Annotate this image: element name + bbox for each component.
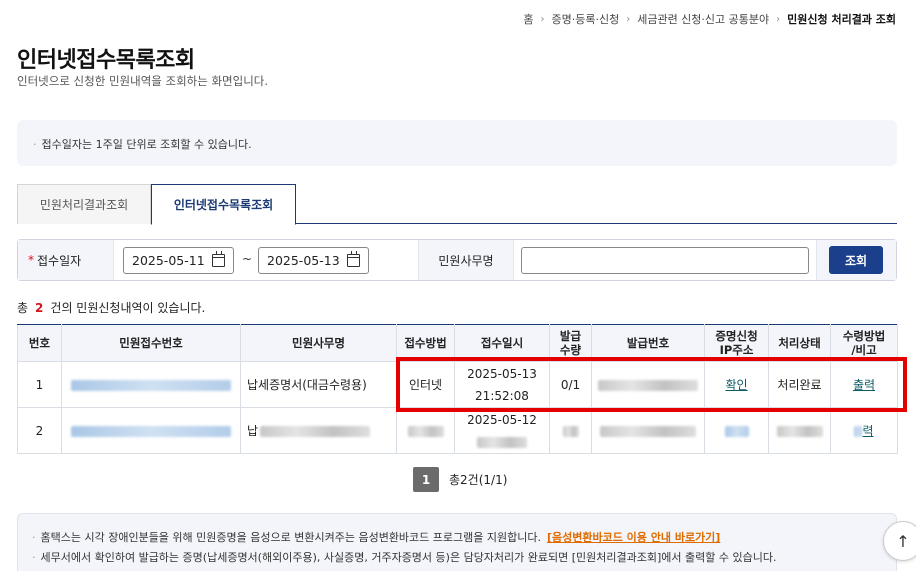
pagination: 1 총2건(1/1) [413,467,507,492]
calendar-icon[interactable] [212,251,225,267]
notice-text: 접수일자는 1주일 단위로 조회할 수 있습니다. [41,138,252,151]
print-link[interactable]: 출력 [853,378,875,392]
page-summary: 총2건(1/1) [449,473,508,487]
scroll-top-button[interactable]: ↑ [883,521,916,561]
breadcrumb-home[interactable]: 홈 [523,11,533,27]
cell-no: 2 [17,407,62,454]
calendar-icon[interactable] [347,251,360,267]
date-label-text: 접수일자 [37,253,82,268]
result-table: 번호 민원접수번호 민원사무명 접수방법 접수일시 발급 수량 발급번호 증명신… [17,324,898,454]
date-from-value: 2025-05-11 [132,253,205,268]
col-header: 번호 [17,324,62,362]
cell-receive: 력 [830,407,898,454]
col-header: 접수일시 [454,324,550,362]
date-label: * 접수일자 [18,240,114,280]
breadcrumb-item[interactable]: 세금관련 신청·신고 공통분야 [637,11,769,27]
bullet-icon: · [33,138,37,151]
col-header: 발급 수량 [549,324,592,362]
col-header: 민원접수번호 [61,324,241,362]
cell-no: 1 [17,361,62,408]
print-link[interactable]: 력 [862,424,873,438]
search-form: * 접수일자 2025-05-11 ~ 2025-05-13 민원사무명 조회 [17,239,897,281]
result-count: 2 [35,301,44,315]
search-button-cell: 조회 [816,240,896,280]
cell-time: 21:52:08 [475,388,529,403]
required-mark: * [28,253,34,267]
col-header: 발급번호 [591,324,705,362]
date-from-input[interactable]: 2025-05-11 [123,247,234,274]
table-row: 2 납 2025-05-12 력 [17,407,898,454]
summary-prefix: 총 [17,301,29,315]
tab-internet-list[interactable]: 인터넷접수목록조회 [151,184,296,225]
page-number-button[interactable]: 1 [413,467,439,492]
cell-ip-redacted [704,407,769,454]
table-row: 1 납세증명서(대금수령용) 인터넷 2025-05-13 21:52:08 0… [17,361,898,408]
col-header: 수령방법 /비고 [830,324,898,362]
breadcrumb-current: 민원신청 처리결과 조회 [787,13,896,26]
breadcrumb-item[interactable]: 증명·등록·신청 [551,11,619,27]
cell-office: 납세증명서(대금수령용) [240,361,397,408]
cell-date: 2025-05-12 [467,412,537,427]
cell-qty: 0/1 [549,361,592,408]
info-text: 세무서에서 확인하여 발급하는 증명(납세증명서(해외이주용), 사실증명, 거… [40,551,777,564]
cell-datetime: 2025-05-12 [454,407,550,454]
cell-ip: 확인 [704,361,769,408]
arrow-up-icon: ↑ [896,531,910,551]
date-to-input[interactable]: 2025-05-13 [258,247,369,274]
cell-office: 납 [240,407,397,454]
col-header: 증명신청 IP주소 [704,324,769,362]
table-header-row: 번호 민원접수번호 민원사무명 접수방법 접수일시 발급 수량 발급번호 증명신… [17,324,898,362]
bullet-icon: · [32,531,36,544]
cell-qty-redacted [549,407,592,454]
col-header: 민원사무명 [240,324,397,362]
voice-barcode-link[interactable]: [음성변환바코드 이용 안내 바로가기] [547,531,720,544]
info-line: · 세무서에서 확인하여 발급하는 증명(납세증명서(해외이주용), 사실증명, … [32,548,896,568]
cell-method: 인터넷 [396,361,455,408]
date-to-value: 2025-05-13 [267,253,340,268]
bullet-icon: · [32,551,36,564]
cell-issue-no-redacted [591,361,705,408]
cell-method-redacted [396,407,455,454]
ip-check-link[interactable]: 확인 [725,378,747,392]
office-name-label: 민원사무명 [418,240,514,280]
notice-box: · 접수일자는 1주일 단위로 조회할 수 있습니다. [17,120,897,166]
cell-receipt-no-redacted [61,407,241,454]
search-button[interactable]: 조회 [829,246,883,274]
chevron-right-icon: › [776,13,781,25]
cell-office-text: 납 [247,423,259,438]
office-name-input[interactable] [521,247,809,274]
cell-status-redacted [768,407,831,454]
summary-suffix: 건의 민원신청내역이 있습니다. [50,301,206,315]
info-box: · 홈택스는 시각 장애인분들을 위해 민원증명을 음성으로 변환시켜주는 음성변… [17,513,897,571]
cell-issue-no-redacted [591,407,705,454]
col-header: 처리상태 [768,324,831,362]
breadcrumb: 홈 › 증명·등록·신청 › 세금관련 신청·신고 공통분야 › 민원신청 처리… [523,11,896,27]
cell-receipt-no-redacted [61,361,241,408]
tab-bar: 민원처리결과조회 인터넷접수목록조회 [17,184,897,225]
cell-datetime: 2025-05-13 21:52:08 [454,361,550,408]
cell-status: 처리완료 [768,361,831,408]
result-summary: 총 2 건의 민원신청내역이 있습니다. [17,299,205,316]
col-header: 접수방법 [396,324,455,362]
cell-date: 2025-05-13 [467,366,537,381]
page-description: 인터넷으로 신청한 민원내역을 조회하는 화면입니다. [17,74,269,88]
chevron-right-icon: › [626,13,631,25]
cell-receive: 출력 [830,361,898,408]
cell-time-redacted [455,431,549,453]
range-separator: ~ [242,252,253,266]
tab-result-inquiry[interactable]: 민원처리결과조회 [17,184,151,224]
info-text: 홈택스는 시각 장애인분들을 위해 민원증명을 음성으로 변환시켜주는 음성변환… [40,531,541,544]
info-line: · 홈택스는 시각 장애인분들을 위해 민원증명을 음성으로 변환시켜주는 음성변… [32,528,896,548]
page-title: 인터넷접수목록조회 [17,48,195,73]
chevron-right-icon: › [540,13,545,25]
